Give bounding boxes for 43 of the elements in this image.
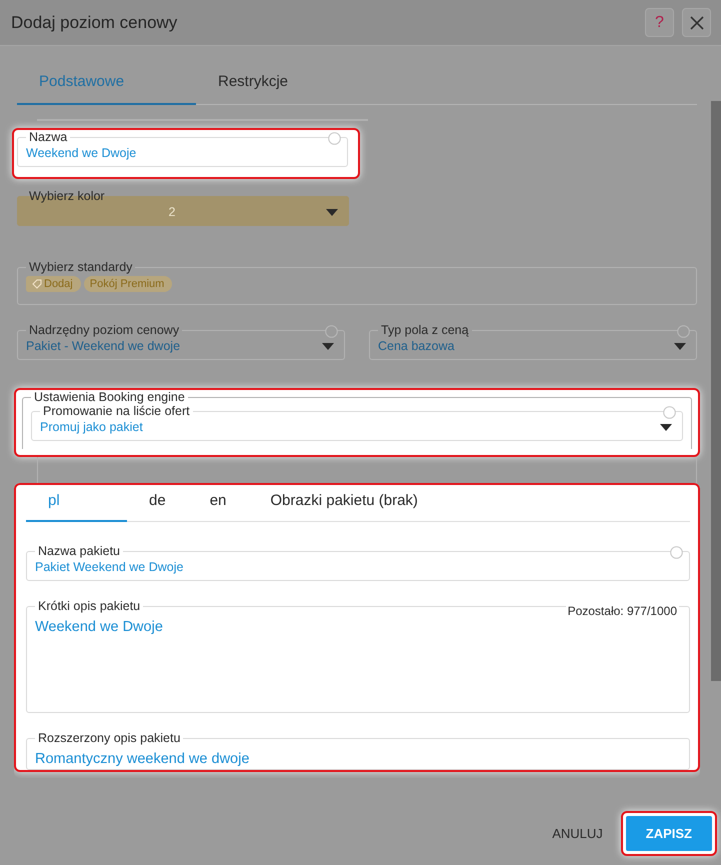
dropdown-field[interactable]: Typ pola z ceną Cena bazowa bbox=[369, 323, 697, 360]
caret-icon bbox=[660, 424, 672, 430]
group-label: Ustawienia Booking engine bbox=[33, 390, 186, 404]
tab[interactable]: Obrazki pakietu (brak) bbox=[248, 485, 440, 522]
text-area[interactable]: Rozszerzony opis pakietu Romantyczny weekend we dwoje bbox=[26, 731, 690, 770]
text-area[interactable]: Krótki opis pakietu Weekend we Dwoje Pozostało: 977/1000 bbox=[26, 599, 690, 713]
field-label: Nadrzędny poziom cenowy bbox=[28, 323, 180, 337]
caret-icon bbox=[674, 342, 686, 350]
window-title: Dodaj poziom cenowy bbox=[11, 12, 178, 32]
tab[interactable]: en bbox=[188, 485, 248, 522]
group-label: Wybierz standardy bbox=[28, 260, 134, 274]
tab[interactable]: Restrykcje bbox=[196, 60, 310, 105]
cancel-button[interactable]: ANULUJ bbox=[544, 818, 611, 849]
field-value: Weekend we Dwoje bbox=[35, 618, 164, 635]
tag-icon bbox=[32, 279, 42, 289]
field-label: Promowanie na liście ofert bbox=[42, 404, 191, 418]
dropdown-field[interactable]: Wybierz kolor 2 bbox=[17, 189, 349, 226]
dropdown-field[interactable]: Promowanie na liście ofert Promuj jako pakiet bbox=[31, 404, 683, 441]
field-value: Pakiet - Weekend we dwoje bbox=[26, 339, 182, 353]
field-label: Typ pola z ceną bbox=[380, 323, 470, 337]
field-value: Pakiet Weekend we Dwoje bbox=[35, 560, 184, 574]
field-value: Cena bazowa bbox=[378, 339, 456, 353]
character-counter: Pozostało: 977/1000 bbox=[566, 604, 679, 618]
dropdown-field[interactable]: Nadrzędny poziom cenowy Pakiet - Weekend we dwoje bbox=[17, 323, 345, 360]
input-field[interactable]: Nazwa pakietu Pakiet Weekend we Dwoje bbox=[26, 544, 690, 581]
input-field[interactable]: Nazwa Weekend we Dwoje bbox=[17, 130, 348, 167]
field-label: Rozszerzony opis pakietu bbox=[37, 731, 182, 745]
caret-icon bbox=[326, 208, 338, 216]
close-icon bbox=[690, 16, 704, 30]
field-label: Nazwa bbox=[28, 130, 68, 144]
save-button[interactable]: ZAPISZ bbox=[626, 816, 712, 851]
field-value: 2 bbox=[168, 205, 176, 219]
scrollbar[interactable] bbox=[711, 101, 721, 681]
field-value: Romantyczny weekend we dwoje bbox=[35, 750, 250, 767]
field-label: Wybierz kolor bbox=[28, 189, 106, 203]
field-value: Promuj jako pakiet bbox=[40, 420, 144, 434]
caret-icon bbox=[322, 342, 334, 350]
field-label: Nazwa pakietu bbox=[37, 544, 121, 558]
field-value: Weekend we Dwoje bbox=[26, 146, 138, 160]
close-button[interactable] bbox=[682, 8, 711, 37]
tab[interactable]: pl bbox=[26, 485, 127, 522]
field-label: Krótki opis pakietu bbox=[37, 599, 142, 613]
tab[interactable]: de bbox=[127, 485, 188, 522]
